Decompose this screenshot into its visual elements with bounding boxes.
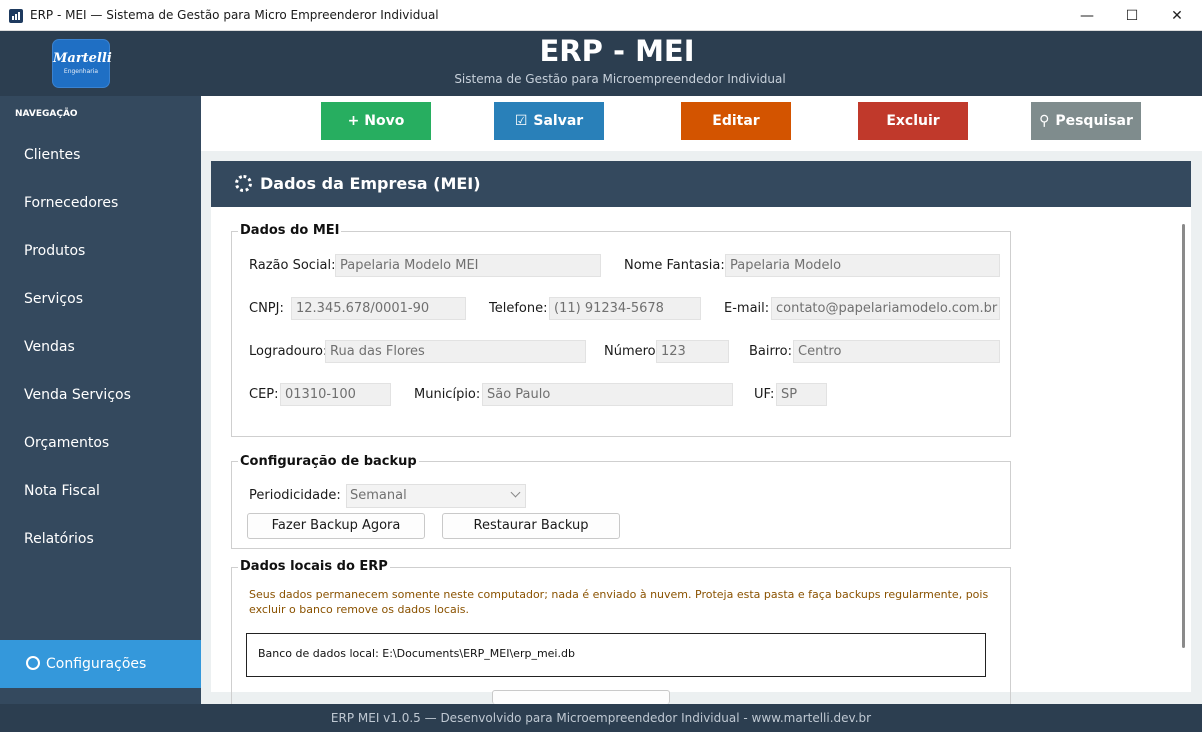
periodicidade-label: Periodicidade:	[249, 488, 341, 503]
logradouro-label: Logradouro:	[249, 344, 328, 359]
numero-label: Número:	[604, 344, 661, 359]
bairro-field[interactable]: Centro	[793, 340, 1000, 363]
window-title: ERP - MEI — Sistema de Gestão para Micro…	[30, 8, 439, 22]
sidebar-item-relatorios[interactable]: Relatórios	[0, 515, 201, 563]
partial-button[interactable]	[492, 690, 670, 704]
municipio-label: Município:	[414, 387, 481, 402]
uf-field[interactable]: SP	[776, 383, 827, 406]
maximize-icon[interactable]: ☐	[1109, 0, 1155, 31]
local-data-warning-line2: excluir o banco remove os dados locais.	[249, 603, 469, 616]
local-data-warning-line1: Seus dados permanecem somente neste comp…	[249, 588, 989, 601]
sidebar-item-venda-servicos[interactable]: Venda Serviços	[0, 371, 201, 419]
new-button[interactable]: + Novo	[321, 102, 431, 140]
backup-now-button[interactable]: Fazer Backup Agora	[247, 513, 425, 539]
razao-social-label: Razão Social:	[249, 258, 336, 273]
chevron-down-icon	[510, 487, 521, 498]
sidebar-item-nota-fiscal[interactable]: Nota Fiscal	[0, 467, 201, 515]
save-button-label: Salvar	[533, 113, 584, 129]
app-title: ERP - MEI	[539, 34, 695, 68]
sidebar-item-orcamentos[interactable]: Orçamentos	[0, 419, 201, 467]
sidebar-item-produtos[interactable]: Produtos	[0, 227, 201, 275]
sidebar-item-configuracoes[interactable]: Configurações	[0, 640, 201, 688]
email-label: E-mail:	[724, 301, 770, 316]
numero-field[interactable]: 123	[656, 340, 729, 363]
telefone-field[interactable]: (11) 91234-5678	[549, 297, 701, 320]
gear-icon	[26, 656, 40, 670]
close-icon[interactable]: ✕	[1154, 0, 1200, 31]
action-toolbar: + Novo ☑ Salvar Editar Excluir ⚲ Pesquisar	[201, 96, 1202, 151]
razao-social-field[interactable]: Papelaria Modelo MEI	[335, 254, 601, 277]
search-button[interactable]: ⚲ Pesquisar	[1031, 102, 1141, 140]
restore-backup-button[interactable]: Restaurar Backup	[442, 513, 620, 539]
app-subtitle: Sistema de Gestão para Microempreendedor…	[454, 72, 786, 86]
edit-button[interactable]: Editar	[681, 102, 791, 140]
cep-field[interactable]: 01310-100	[280, 383, 391, 406]
telefone-label: Telefone:	[489, 301, 548, 316]
cep-label: CEP:	[249, 387, 279, 402]
checkbox-icon: ☑	[514, 113, 528, 129]
sidebar-item-label: Configurações	[46, 656, 147, 672]
group-title-dados-mei: Dados do MEI	[238, 223, 342, 238]
footer: ERP MEI v1.0.5 — Desenvolvido para Micro…	[0, 704, 1202, 732]
uf-label: UF:	[754, 387, 775, 402]
bairro-label: Bairro:	[749, 344, 793, 359]
email-field[interactable]: contato@papelariamodelo.com.br	[771, 297, 1000, 320]
delete-button[interactable]: Excluir	[858, 102, 968, 140]
sidebar-item-clientes[interactable]: Clientes	[0, 131, 201, 179]
sidebar-item-servicos[interactable]: Serviços	[0, 275, 201, 323]
minimize-icon[interactable]: —	[1064, 0, 1110, 31]
group-title-backup: Configuração de backup	[238, 454, 419, 469]
nav-section-label: NAVEGAÇÃO	[15, 109, 78, 119]
app-header: Martelli Engenharia ERP - MEI Sistema de…	[0, 31, 1202, 96]
search-icon: ⚲	[1039, 113, 1050, 129]
panel-header: Dados da Empresa (MEI)	[211, 161, 1191, 207]
panel-title: Dados da Empresa (MEI)	[260, 174, 481, 193]
search-button-label: Pesquisar	[1055, 113, 1133, 129]
cnpj-label: CNPJ:	[249, 301, 284, 316]
group-title-local-data: Dados locais do ERP	[238, 559, 390, 574]
window-title-bar: ERP - MEI — Sistema de Gestão para Micro…	[0, 0, 1202, 31]
logradouro-field[interactable]: Rua das Flores	[325, 340, 586, 363]
nome-fantasia-label: Nome Fantasia:	[624, 258, 725, 273]
scrollbar-thumb[interactable]	[1182, 224, 1185, 648]
sidebar-item-vendas[interactable]: Vendas	[0, 323, 201, 371]
periodicidade-select[interactable]: Semanal	[346, 484, 526, 508]
gear-icon	[235, 175, 252, 192]
nome-fantasia-field[interactable]: Papelaria Modelo	[725, 254, 1000, 277]
periodicidade-value: Semanal	[350, 488, 407, 503]
app-icon	[9, 9, 23, 23]
municipio-field[interactable]: São Paulo	[482, 383, 733, 406]
db-path-box: Banco de dados local: E:\Documents\ERP_M…	[246, 633, 986, 677]
sidebar-item-fornecedores[interactable]: Fornecedores	[0, 179, 201, 227]
cnpj-field[interactable]: 12.345.678/0001-90	[291, 297, 466, 320]
save-button[interactable]: ☑ Salvar	[494, 102, 604, 140]
sidebar: NAVEGAÇÃO Clientes Fornecedores Produtos…	[0, 96, 201, 704]
